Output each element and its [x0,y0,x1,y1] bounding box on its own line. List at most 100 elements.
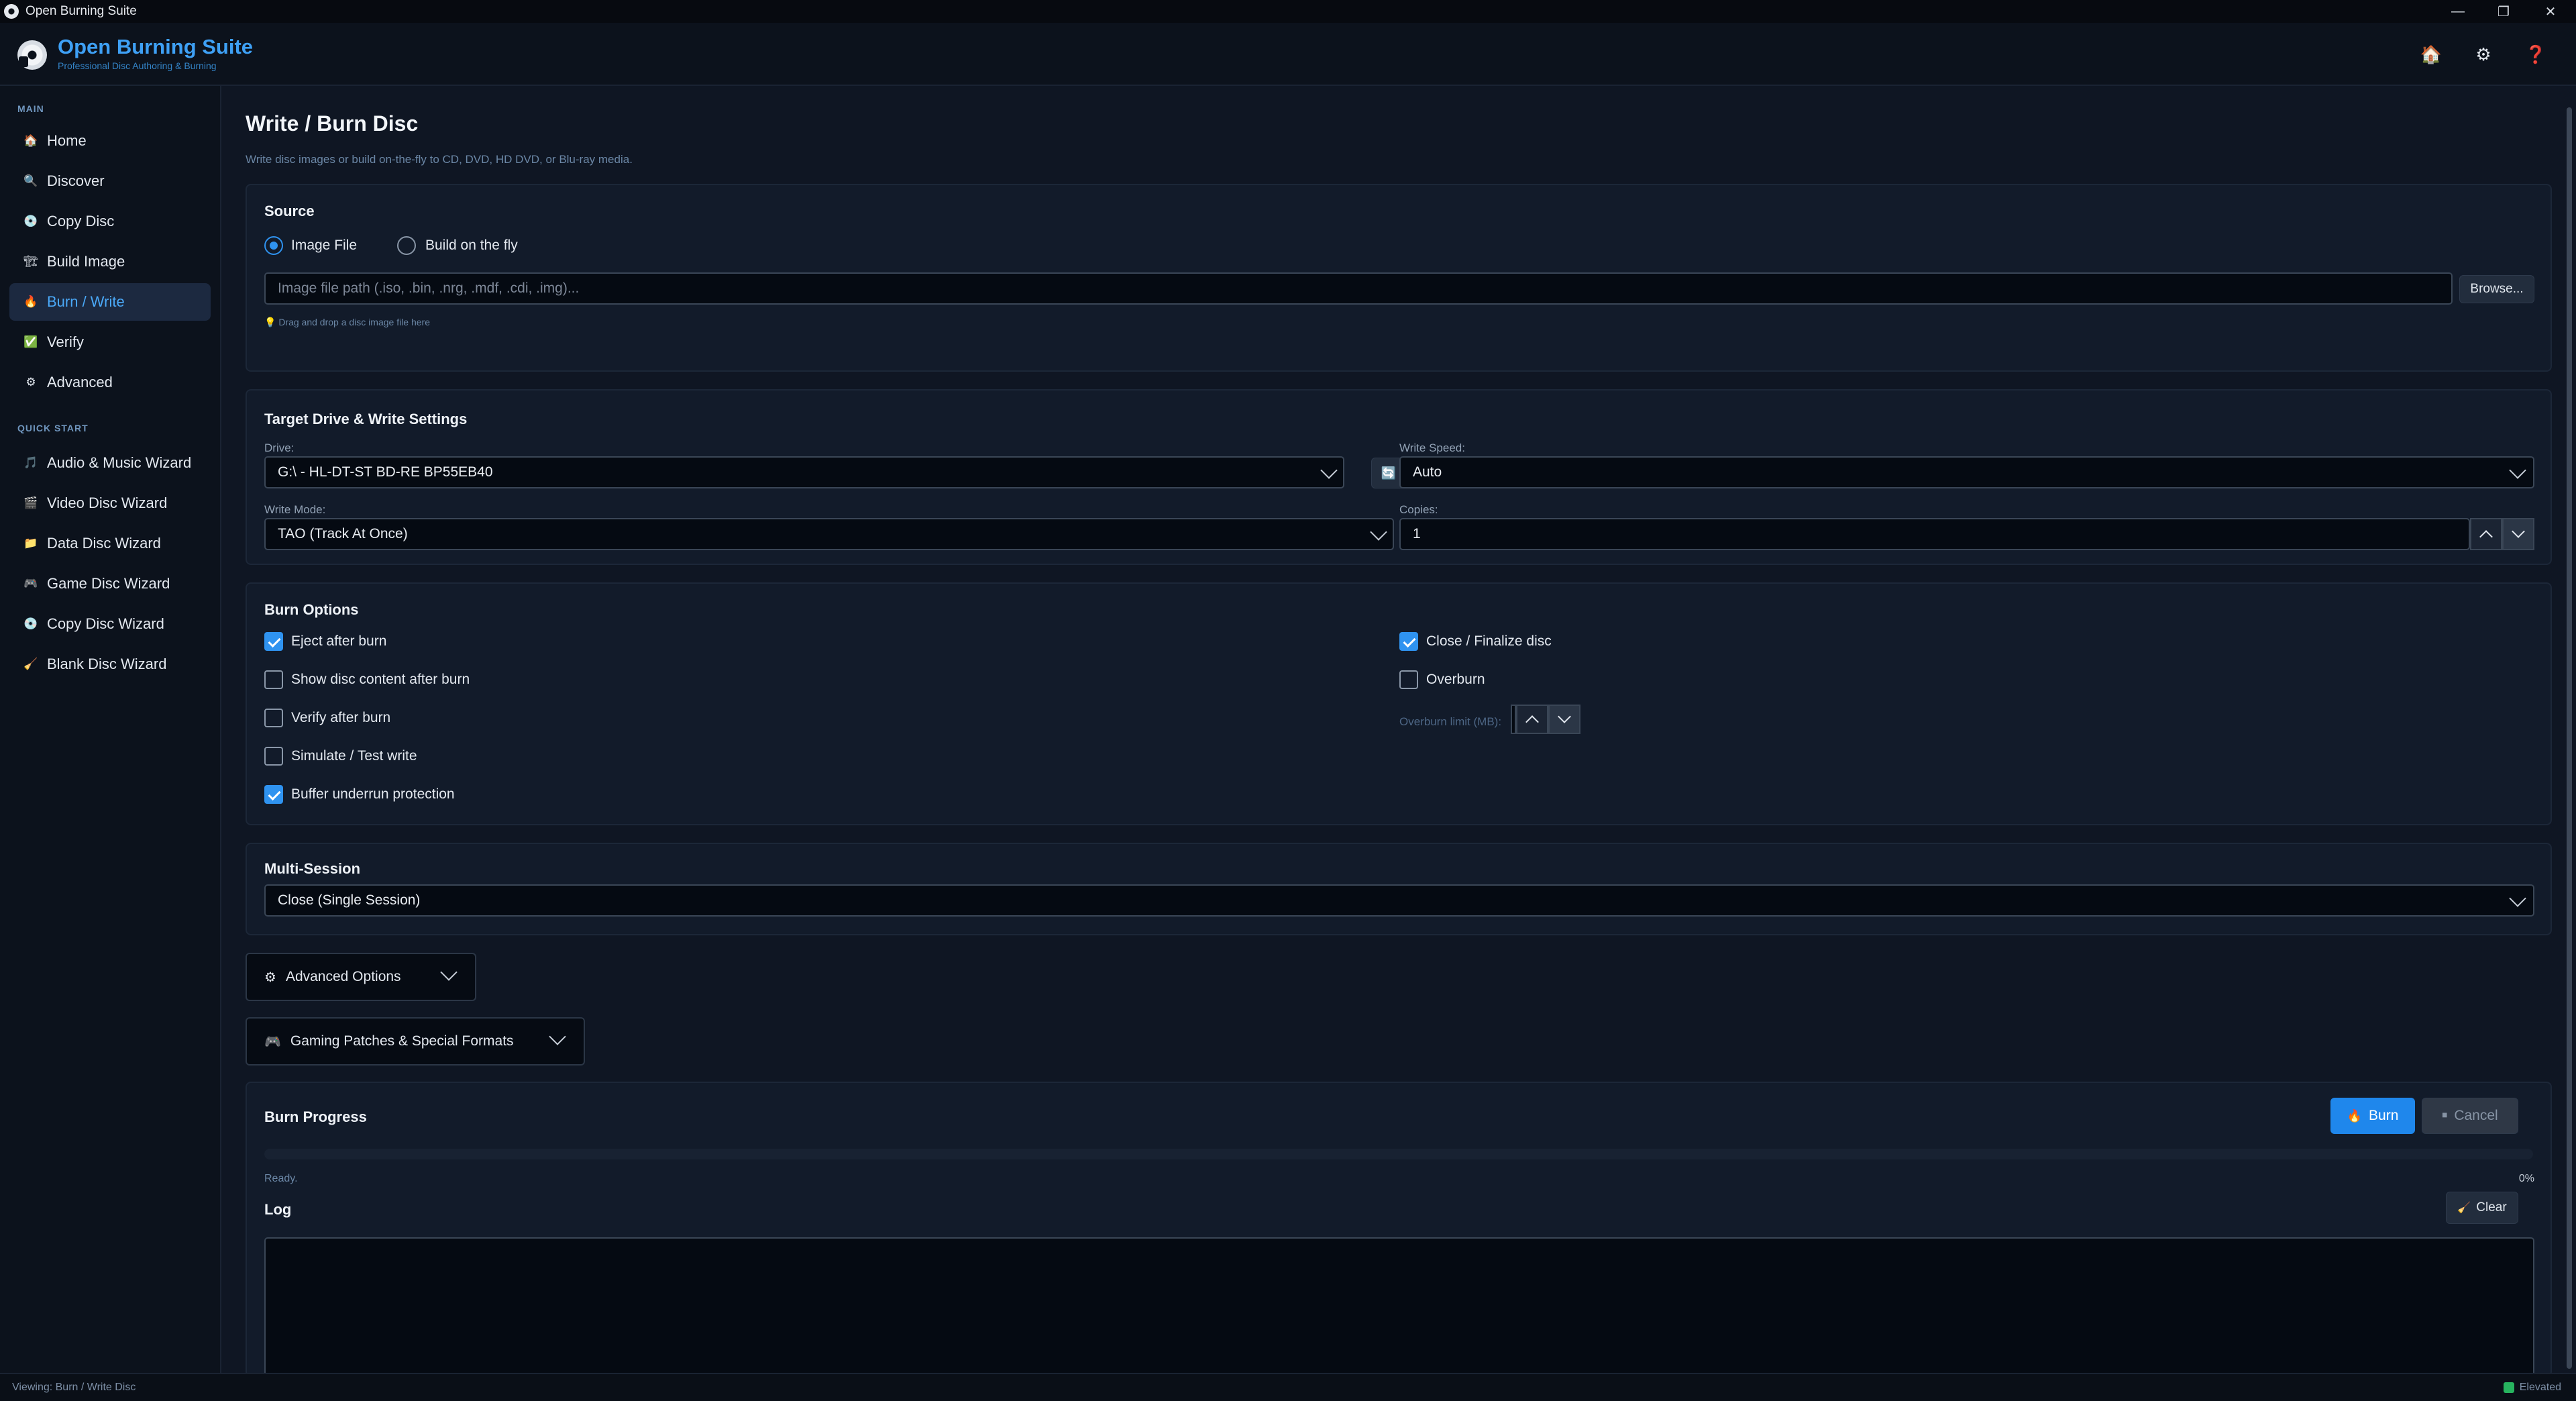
disc-icon: 💿 [23,617,38,630]
sidebar-item-label: Game Disc Wizard [47,575,170,592]
gaming-patches-label: Gaming Patches & Special Formats [290,1033,514,1049]
gamepad-icon: 🎮 [23,577,38,590]
verify-after-burn-checkbox[interactable] [264,709,283,727]
sidebar-item-blank-wizard[interactable]: 🧹 Blank Disc Wizard [9,645,211,683]
burn-button[interactable]: 🔥 Burn [2330,1098,2415,1134]
buffer-underrun-checkbox[interactable] [264,785,283,804]
window-titlebar: Open Burning Suite — ❐ ✕ [0,0,2576,23]
drive-label: Drive: [264,442,294,454]
flame-icon: 🔥 [23,295,38,308]
sidebar-item-audio-wizard[interactable]: 🎵 Audio & Music Wizard [9,444,211,482]
sidebar-item-video-wizard[interactable]: 🎬 Video Disc Wizard [9,484,211,522]
burn-button-label: Burn [2369,1108,2399,1123]
advanced-options-label: Advanced Options [285,969,401,984]
write-mode-select[interactable]: TAO (Track At Once) [264,518,1394,550]
burn-progress-title: Burn Progress [264,1108,367,1125]
image-file-label: Image File [291,238,358,253]
chevron-up-icon [2479,530,2493,543]
main-scrollbar[interactable] [2567,107,2572,1369]
image-path-input[interactable]: Image file path (.iso, .bin, .nrg, .mdf,… [264,272,2453,305]
close-button[interactable]: ✕ [2525,0,2576,23]
sidebar-item-copy-disc[interactable]: 💿 Copy Disc [9,203,211,240]
cancel-button-label: Cancel [2454,1108,2498,1123]
sidebar-item-discover[interactable]: 🔍 Discover [9,162,211,200]
main-content: Write / Burn Disc Write disc images or b… [223,86,2576,1378]
log-title: Log [264,1201,292,1218]
eject-after-burn-checkbox[interactable] [264,632,283,651]
disc-logo-icon [17,40,47,70]
write-speed-label: Write Speed: [1399,442,1465,454]
sidebar-item-verify[interactable]: ✅ Verify [9,323,211,361]
log-textarea[interactable] [264,1237,2534,1378]
folder-icon: 📁 [23,537,38,550]
drive-select[interactable]: G:\ - HL-DT-ST BD-RE BP55EB40 [264,456,1344,488]
finalize-disc-label: Close / Finalize disc [1426,633,1552,649]
sidebar-item-home[interactable]: 🏠 Home [9,122,211,160]
app-subtitle: Professional Disc Authoring & Burning [58,60,217,71]
multi-session-title: Multi-Session [264,860,361,877]
overburn-decrement-button[interactable] [1548,705,1580,734]
copies-decrement-button[interactable] [2502,518,2534,550]
copies-input[interactable]: 1 [1399,518,2470,550]
cancel-button[interactable]: ⏹ Cancel [2422,1098,2518,1134]
app-icon [4,4,19,19]
sidebar-section-main: MAIN [17,103,44,114]
maximize-button[interactable]: ❐ [2478,0,2529,23]
simulate-checkbox[interactable] [264,747,283,766]
write-speed-select[interactable]: Auto [1399,456,2534,488]
sidebar-item-label: Audio & Music Wizard [47,454,192,471]
sidebar-item-burn-write[interactable]: 🔥 Burn / Write [9,283,211,321]
settings-icon[interactable]: ⚙ [2470,41,2497,68]
sidebar-section-quick-start: QUICK START [17,423,89,433]
clear-log-label: Clear [2476,1200,2507,1214]
clear-log-button[interactable]: 🧹 Clear [2446,1192,2518,1224]
verify-after-burn-label: Verify after burn [291,710,391,725]
burn-progress-card: Burn Progress 🔥 Burn ⏹ Cancel Ready. 0% … [246,1082,2552,1378]
overburn-limit-input[interactable] [1511,705,1516,734]
sidebar-item-advanced[interactable]: ⚙ Advanced [9,364,211,401]
gear-icon: ⚙ [264,970,276,985]
chevron-down-icon [440,964,458,981]
gaming-patches-toggle[interactable]: 🎮 Gaming Patches & Special Formats [246,1017,585,1066]
broom-icon: 🧹 [2457,1202,2471,1214]
elevated-badge: Elevated [2503,1382,2561,1394]
sidebar-item-label: Data Disc Wizard [47,535,161,552]
status-text: Viewing: Burn / Write Disc [12,1382,136,1393]
sidebar-item-label: Verify [47,333,85,350]
build-on-fly-label: Build on the fly [425,238,518,253]
sidebar-item-label: Advanced [47,374,113,391]
write-mode-label: Write Mode: [264,503,326,516]
disc-icon: 💿 [23,215,38,227]
sidebar-item-data-wizard[interactable]: 📁 Data Disc Wizard [9,525,211,562]
chevron-up-icon [1525,715,1539,729]
sidebar-item-build-image[interactable]: 🏗 Build Image [9,243,211,280]
image-file-radio[interactable] [264,236,283,255]
chevron-down-icon [1558,710,1571,723]
build-on-fly-radio[interactable] [397,236,416,255]
finalize-disc-checkbox[interactable] [1399,632,1418,651]
show-content-checkbox[interactable] [264,670,283,689]
overburn-limit-label: Overburn limit (MB): [1399,715,1502,728]
multi-session-select[interactable]: Close (Single Session) [264,884,2534,917]
search-icon: 🔍 [23,174,38,187]
source-card: Source Image File Build on the fly Image… [246,184,2552,372]
sidebar-item-label: Burn / Write [47,293,125,310]
app-title: Open Burning Suite [58,35,254,58]
help-icon[interactable]: ❓ [2522,41,2549,68]
minimize-button[interactable]: — [2432,0,2483,23]
copies-increment-button[interactable] [2470,518,2502,550]
window-title: Open Burning Suite [25,4,137,18]
sidebar-item-label: Video Disc Wizard [47,495,168,511]
copies-label: Copies: [1399,503,1438,516]
sidebar-item-label: Blank Disc Wizard [47,656,167,672]
broom-icon: 🧹 [23,658,38,670]
sidebar-item-game-wizard[interactable]: 🎮 Game Disc Wizard [9,565,211,603]
browse-button[interactable]: Browse... [2459,275,2534,303]
sidebar-item-label: Copy Disc Wizard [47,615,164,632]
advanced-options-toggle[interactable]: ⚙ Advanced Options [246,953,476,1001]
overburn-checkbox[interactable] [1399,670,1418,689]
overburn-increment-button[interactable] [1516,705,1548,734]
sidebar-item-copy-wizard[interactable]: 💿 Copy Disc Wizard [9,605,211,643]
home-icon[interactable]: 🏠 [2418,41,2445,68]
flame-icon: 🔥 [2347,1108,2363,1123]
